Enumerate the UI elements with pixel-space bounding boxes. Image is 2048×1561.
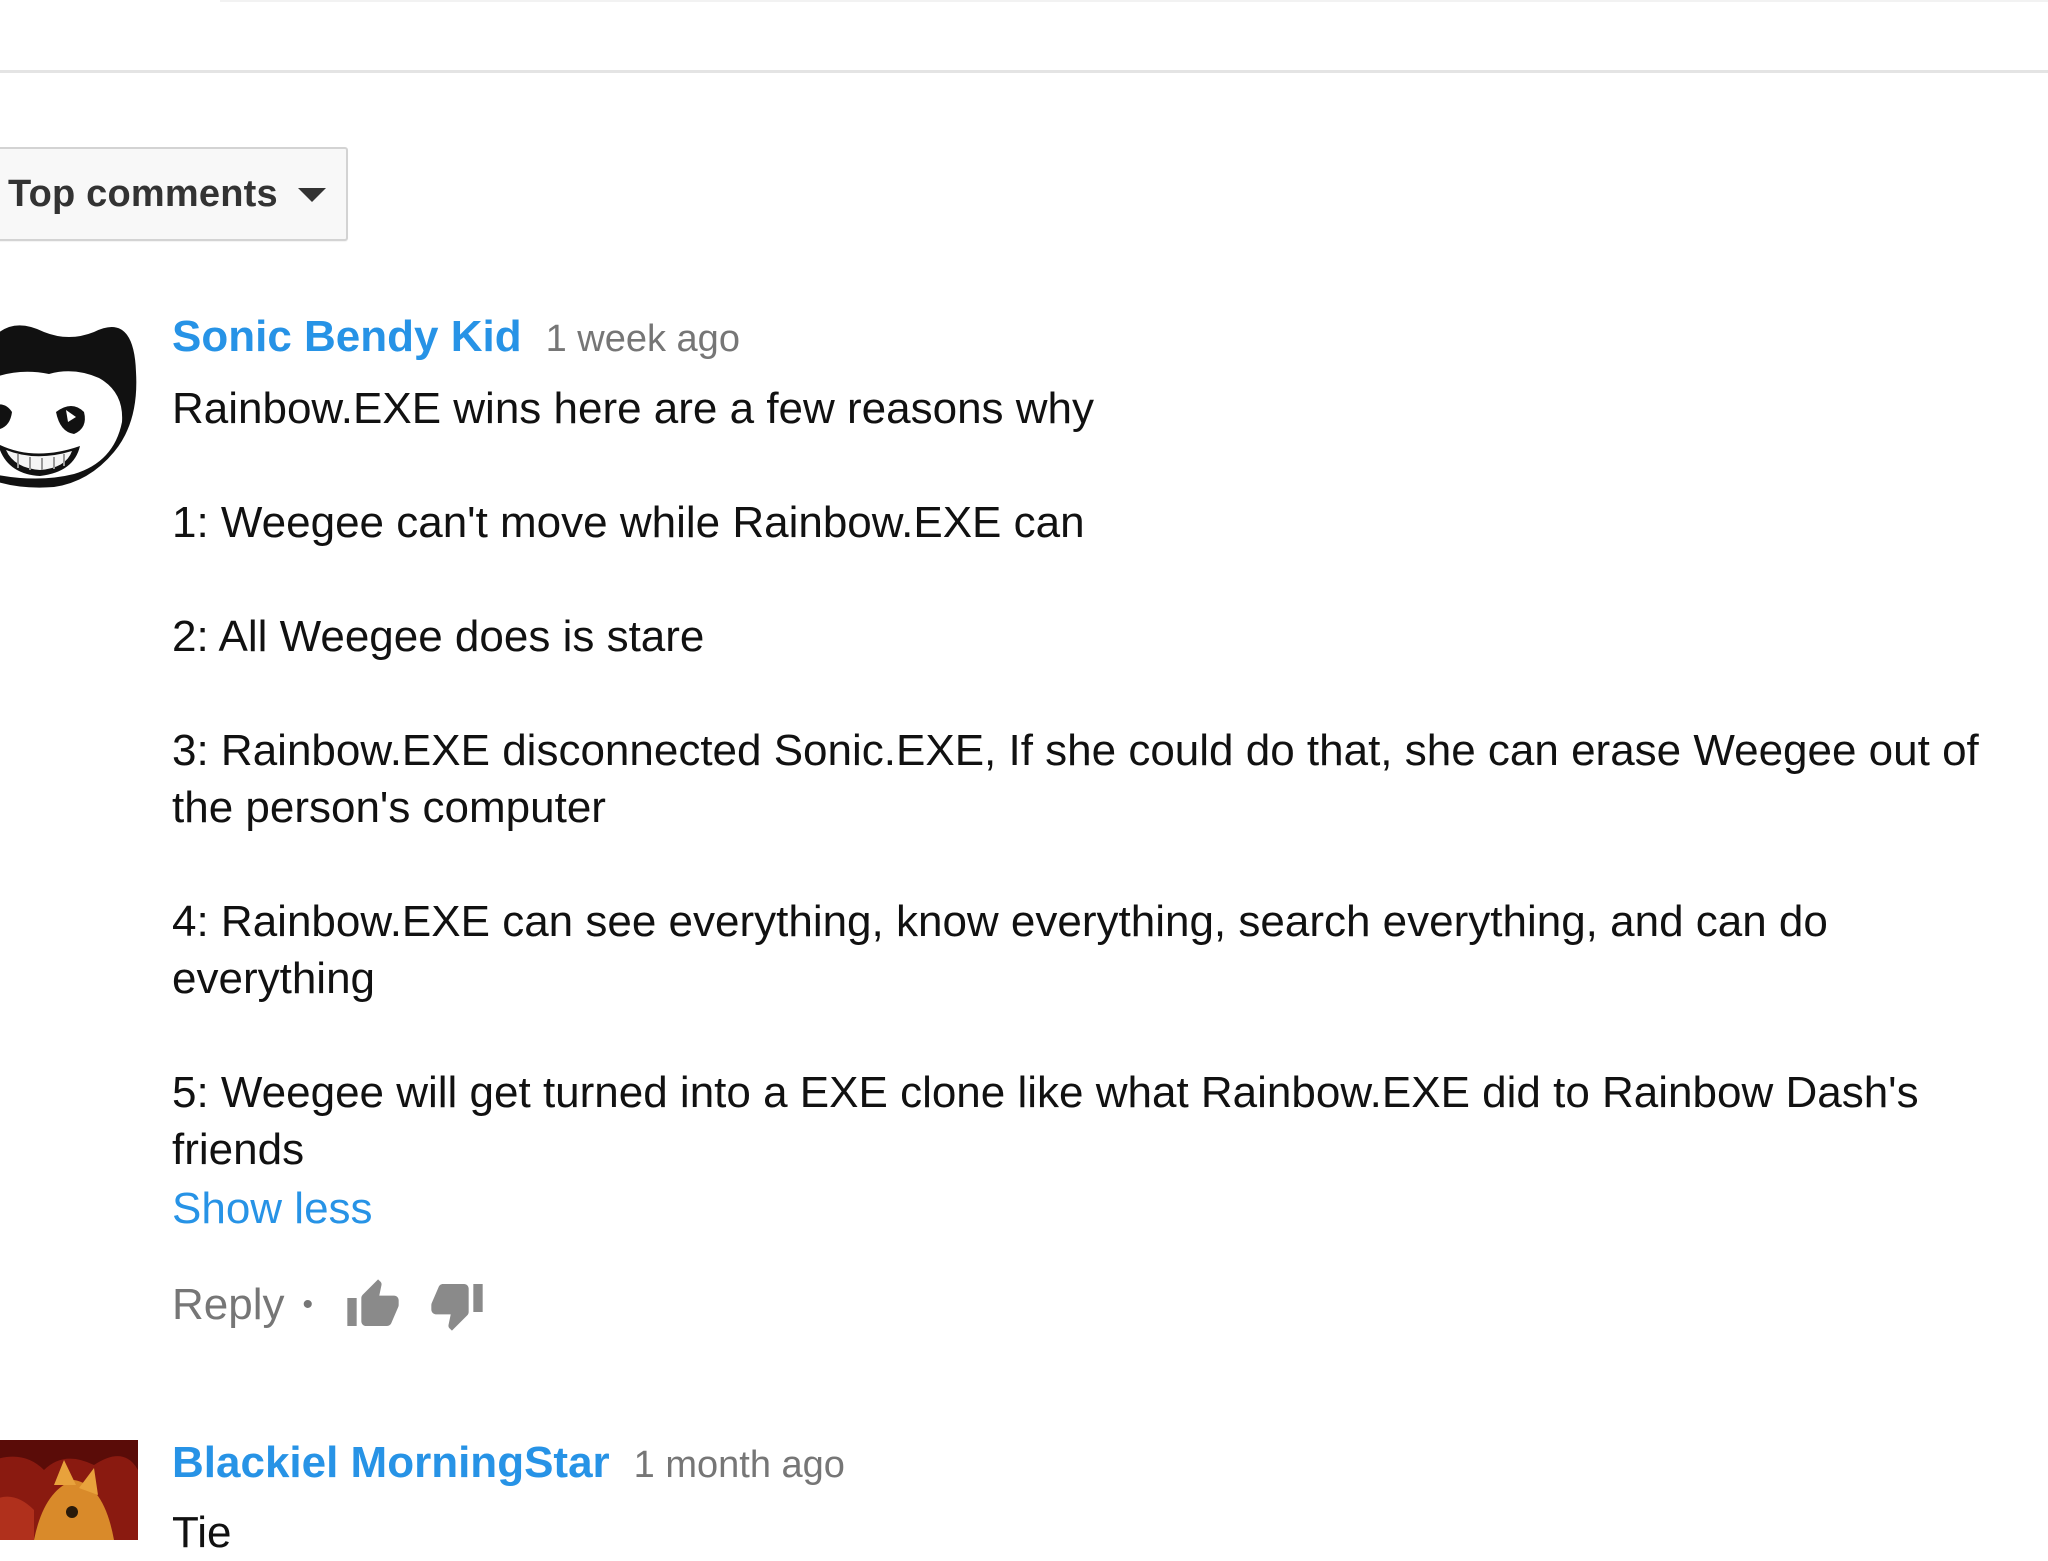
comment-actions: Reply • <box>172 1275 2032 1335</box>
section-divider <box>0 70 2048 73</box>
character-avatar-icon <box>0 1440 138 1540</box>
reply-button[interactable]: Reply <box>172 1280 285 1330</box>
thumbs-up-icon[interactable] <box>345 1277 401 1333</box>
sort-label: Top comments <box>8 172 278 215</box>
comment-timestamp[interactable]: 1 month ago <box>634 1444 845 1487</box>
comment-timestamp[interactable]: 1 week ago <box>546 318 740 361</box>
author-name-link[interactable]: Sonic Bendy Kid <box>172 312 522 362</box>
thumbs-down-icon[interactable] <box>429 1277 485 1333</box>
comment-header: Sonic Bendy Kid 1 week ago <box>172 312 2032 372</box>
comment-body: Sonic Bendy Kid 1 week ago Rainbow.EXE w… <box>172 312 2032 1335</box>
sort-comments-dropdown[interactable]: Top comments <box>0 147 348 241</box>
comment-body: Blackiel MorningStar 1 month ago Tie <box>172 1438 2032 1561</box>
avatar[interactable] <box>0 1440 138 1540</box>
caret-down-icon <box>297 188 326 202</box>
comment-text: Tie <box>172 1508 232 1557</box>
avatar[interactable] <box>0 312 138 490</box>
bendy-face-avatar-icon <box>0 312 138 490</box>
top-divider-faint <box>220 0 2048 2</box>
show-less-link[interactable]: Show less <box>172 1180 373 1237</box>
comment-header: Blackiel MorningStar 1 month ago <box>172 1438 2032 1498</box>
author-name-link[interactable]: Blackiel MorningStar <box>172 1438 610 1488</box>
separator-dot: • <box>302 1288 314 1321</box>
comment-text: Rainbow.EXE wins here are a few reasons … <box>172 384 1979 1174</box>
